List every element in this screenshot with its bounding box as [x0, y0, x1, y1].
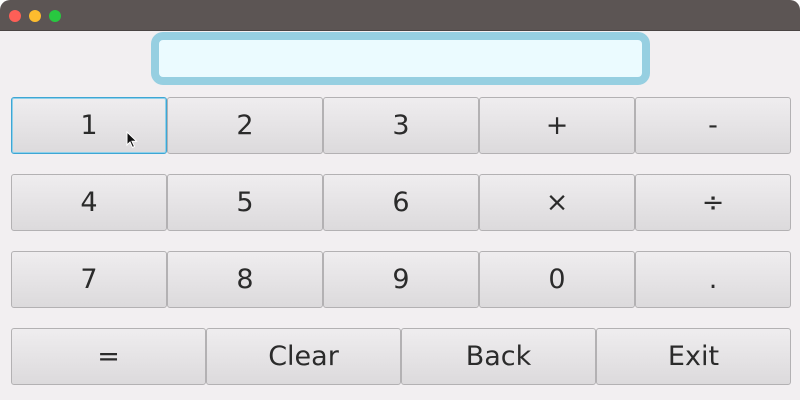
key-label: 4 — [80, 187, 98, 218]
key-5-button[interactable]: 5 — [167, 174, 323, 231]
key-6-button[interactable]: 6 — [323, 174, 479, 231]
key-9-button[interactable]: 9 — [323, 251, 479, 308]
multiply-button[interactable]: × — [479, 174, 635, 231]
divide-button[interactable]: ÷ — [635, 174, 791, 231]
key-4-button[interactable]: 4 — [11, 174, 167, 231]
key-label: . — [708, 264, 718, 295]
clear-button[interactable]: Clear — [206, 328, 401, 385]
key-label: 3 — [392, 110, 410, 141]
key-label: + — [545, 110, 569, 141]
key-label: 6 — [392, 187, 410, 218]
exit-button[interactable]: Exit — [596, 328, 791, 385]
key-label: Exit — [667, 341, 720, 372]
minimize-icon[interactable] — [29, 10, 41, 22]
key-label: Clear — [268, 341, 339, 372]
key-2-button[interactable]: 2 — [167, 97, 323, 154]
title-bar — [0, 0, 800, 31]
key-label: × — [545, 187, 569, 218]
maximize-icon[interactable] — [49, 10, 61, 22]
key-0-button[interactable]: 0 — [479, 251, 635, 308]
equals-button[interactable]: = — [11, 328, 206, 385]
key-label: 7 — [80, 264, 98, 295]
back-button[interactable]: Back — [401, 328, 596, 385]
display-field[interactable] — [151, 32, 650, 85]
close-icon[interactable] — [9, 10, 21, 22]
key-label: 9 — [392, 264, 410, 295]
calculator-window: 1 2 3 + - 4 5 6 × ÷ 7 8 9 0 . = Clear Ba… — [0, 0, 800, 400]
key-8-button[interactable]: 8 — [167, 251, 323, 308]
plus-button[interactable]: + — [479, 97, 635, 154]
key-label: 2 — [236, 110, 254, 141]
key-label: = — [97, 341, 120, 372]
key-label: 0 — [548, 264, 566, 295]
minus-button[interactable]: - — [635, 97, 791, 154]
key-1-button[interactable]: 1 — [11, 97, 167, 154]
key-3-button[interactable]: 3 — [323, 97, 479, 154]
key-label: Back — [465, 341, 532, 372]
key-label: 5 — [236, 187, 254, 218]
decimal-button[interactable]: . — [635, 251, 791, 308]
mouse-pointer-icon — [126, 131, 138, 149]
key-label: ÷ — [701, 187, 725, 218]
key-label: 8 — [236, 264, 254, 295]
key-label: - — [708, 110, 718, 141]
key-7-button[interactable]: 7 — [11, 251, 167, 308]
key-label: 1 — [80, 110, 98, 141]
